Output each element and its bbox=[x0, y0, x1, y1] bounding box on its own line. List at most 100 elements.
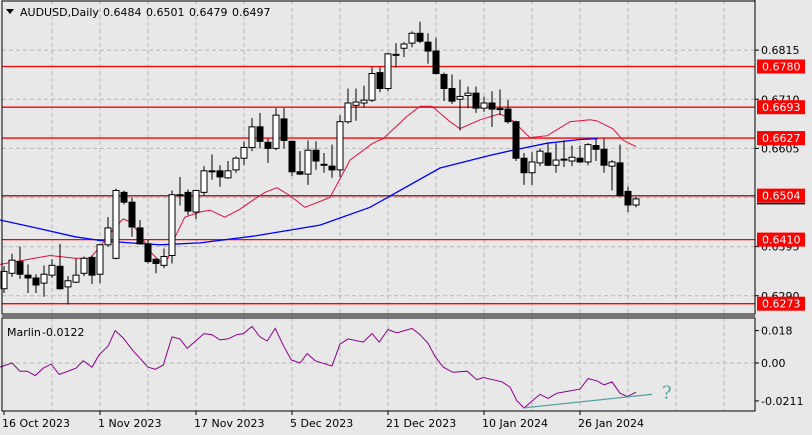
candle-body-up bbox=[552, 159, 560, 166]
candle-body-down bbox=[88, 256, 96, 276]
question-annotation: ? bbox=[662, 382, 672, 403]
level-label: 0.6273 bbox=[762, 298, 801, 311]
date-tick-label: 10 Jan 2024 bbox=[482, 417, 548, 430]
high-value: 0.6501 bbox=[146, 6, 185, 19]
candle-body-down bbox=[560, 158, 568, 161]
candle bbox=[168, 190, 176, 264]
candle-body-up bbox=[608, 161, 616, 167]
candle-body-up bbox=[392, 53, 400, 56]
candle-body-up bbox=[104, 227, 112, 246]
candle-body-down bbox=[520, 157, 528, 174]
candle-body-up bbox=[272, 114, 280, 149]
candle-body-down bbox=[376, 72, 384, 89]
candle-body-up bbox=[72, 274, 80, 283]
indicator-value: -0.0122 bbox=[42, 326, 84, 339]
candle bbox=[232, 156, 240, 173]
candle bbox=[112, 188, 120, 260]
candle-body-down bbox=[576, 157, 584, 163]
candle-body-down bbox=[256, 126, 264, 142]
candle-body-up bbox=[8, 259, 16, 274]
candle bbox=[184, 189, 192, 216]
symbol-label: AUDUSD,Daily bbox=[20, 6, 99, 19]
candle-body-up bbox=[528, 161, 536, 174]
level-label: 0.6627 bbox=[762, 132, 801, 145]
candle bbox=[584, 143, 592, 166]
candle-body-down bbox=[184, 191, 192, 212]
candle-body-down bbox=[152, 258, 160, 264]
candle-body-up bbox=[496, 108, 504, 111]
candle-body-down bbox=[600, 148, 608, 166]
date-tick-label: 21 Dec 2023 bbox=[386, 417, 456, 430]
candle-body-up bbox=[112, 189, 120, 259]
candle-body-down bbox=[440, 73, 448, 89]
candle bbox=[120, 190, 128, 205]
candle-body-down bbox=[128, 201, 136, 228]
candle-body-up bbox=[344, 102, 352, 123]
candle-body-down bbox=[136, 227, 144, 245]
date-tick-label: 1 Nov 2023 bbox=[98, 417, 161, 430]
candle-body-up bbox=[192, 189, 200, 213]
candle-body-down bbox=[288, 140, 296, 173]
oscillator-tick-label: 0.00 bbox=[761, 357, 786, 370]
indicator-header: Marlin -0.0122 bbox=[7, 326, 84, 339]
candle-body-up bbox=[632, 198, 640, 206]
candle-body-up bbox=[400, 43, 408, 49]
chart-background bbox=[0, 0, 812, 435]
candle-body-down bbox=[16, 261, 24, 275]
candle-body-down bbox=[208, 170, 216, 173]
candle-body-up bbox=[480, 102, 488, 109]
trading-chart[interactable]: ? 0.68150.67100.66050.63950.62900.67800.… bbox=[0, 0, 812, 435]
candle-body-down bbox=[504, 108, 512, 123]
candle bbox=[512, 120, 520, 162]
candle-body-up bbox=[248, 126, 256, 148]
date-tick-label: 5 Dec 2023 bbox=[290, 417, 353, 430]
candle-body-down bbox=[144, 243, 152, 263]
candle-body-up bbox=[48, 264, 56, 276]
open-value: 0.6484 bbox=[103, 6, 142, 19]
candle-body-down bbox=[544, 152, 552, 166]
candle-body-up bbox=[64, 280, 72, 288]
candle-body-down bbox=[592, 145, 600, 150]
candle-body-up bbox=[336, 121, 344, 171]
candle-body-down bbox=[320, 163, 328, 166]
candle-body-down bbox=[472, 92, 480, 109]
candle-body-up bbox=[368, 73, 376, 101]
candle-body-up bbox=[568, 156, 576, 162]
candle-body-up bbox=[240, 146, 248, 159]
candle-body-up bbox=[80, 257, 88, 274]
candle-body-down bbox=[120, 191, 128, 203]
candle-body-up bbox=[384, 53, 392, 89]
candle-body-up bbox=[360, 99, 368, 104]
candle-body-down bbox=[424, 41, 432, 52]
candle bbox=[336, 115, 344, 177]
candle-body-up bbox=[96, 244, 104, 275]
candle-body-up bbox=[304, 149, 312, 175]
candle bbox=[80, 256, 88, 277]
candle-body-up bbox=[456, 95, 464, 100]
level-label: 0.6780 bbox=[762, 61, 801, 74]
level-label: 0.6504 bbox=[762, 190, 801, 203]
date-tick-label: 26 Jan 2024 bbox=[578, 417, 644, 430]
candle-body-down bbox=[512, 121, 520, 159]
candle-body-up bbox=[160, 255, 168, 266]
candle-body-down bbox=[312, 149, 320, 162]
price-tick-label: 0.6815 bbox=[761, 44, 800, 57]
candle-body-down bbox=[488, 102, 496, 110]
candle-body-up bbox=[536, 150, 544, 164]
candle-body-down bbox=[56, 265, 64, 290]
candle-body-down bbox=[176, 194, 184, 197]
candle-body-down bbox=[216, 170, 224, 178]
candle-body-up bbox=[200, 170, 208, 193]
oscillator-tick-label: 0.018 bbox=[761, 325, 793, 338]
candle-body-up bbox=[408, 32, 416, 44]
candle-body-down bbox=[416, 32, 424, 42]
candle-body-down bbox=[24, 274, 32, 279]
candle-body-down bbox=[280, 118, 288, 141]
candle-body-up bbox=[352, 101, 360, 106]
candle-body-up bbox=[464, 92, 472, 97]
oscillator-tick-label: -0.0211 bbox=[761, 395, 803, 408]
candle-body-down bbox=[296, 171, 304, 175]
candle-body-up bbox=[40, 273, 48, 284]
level-label: 0.6693 bbox=[762, 101, 801, 114]
date-tick-label: 16 Oct 2023 bbox=[2, 417, 70, 430]
